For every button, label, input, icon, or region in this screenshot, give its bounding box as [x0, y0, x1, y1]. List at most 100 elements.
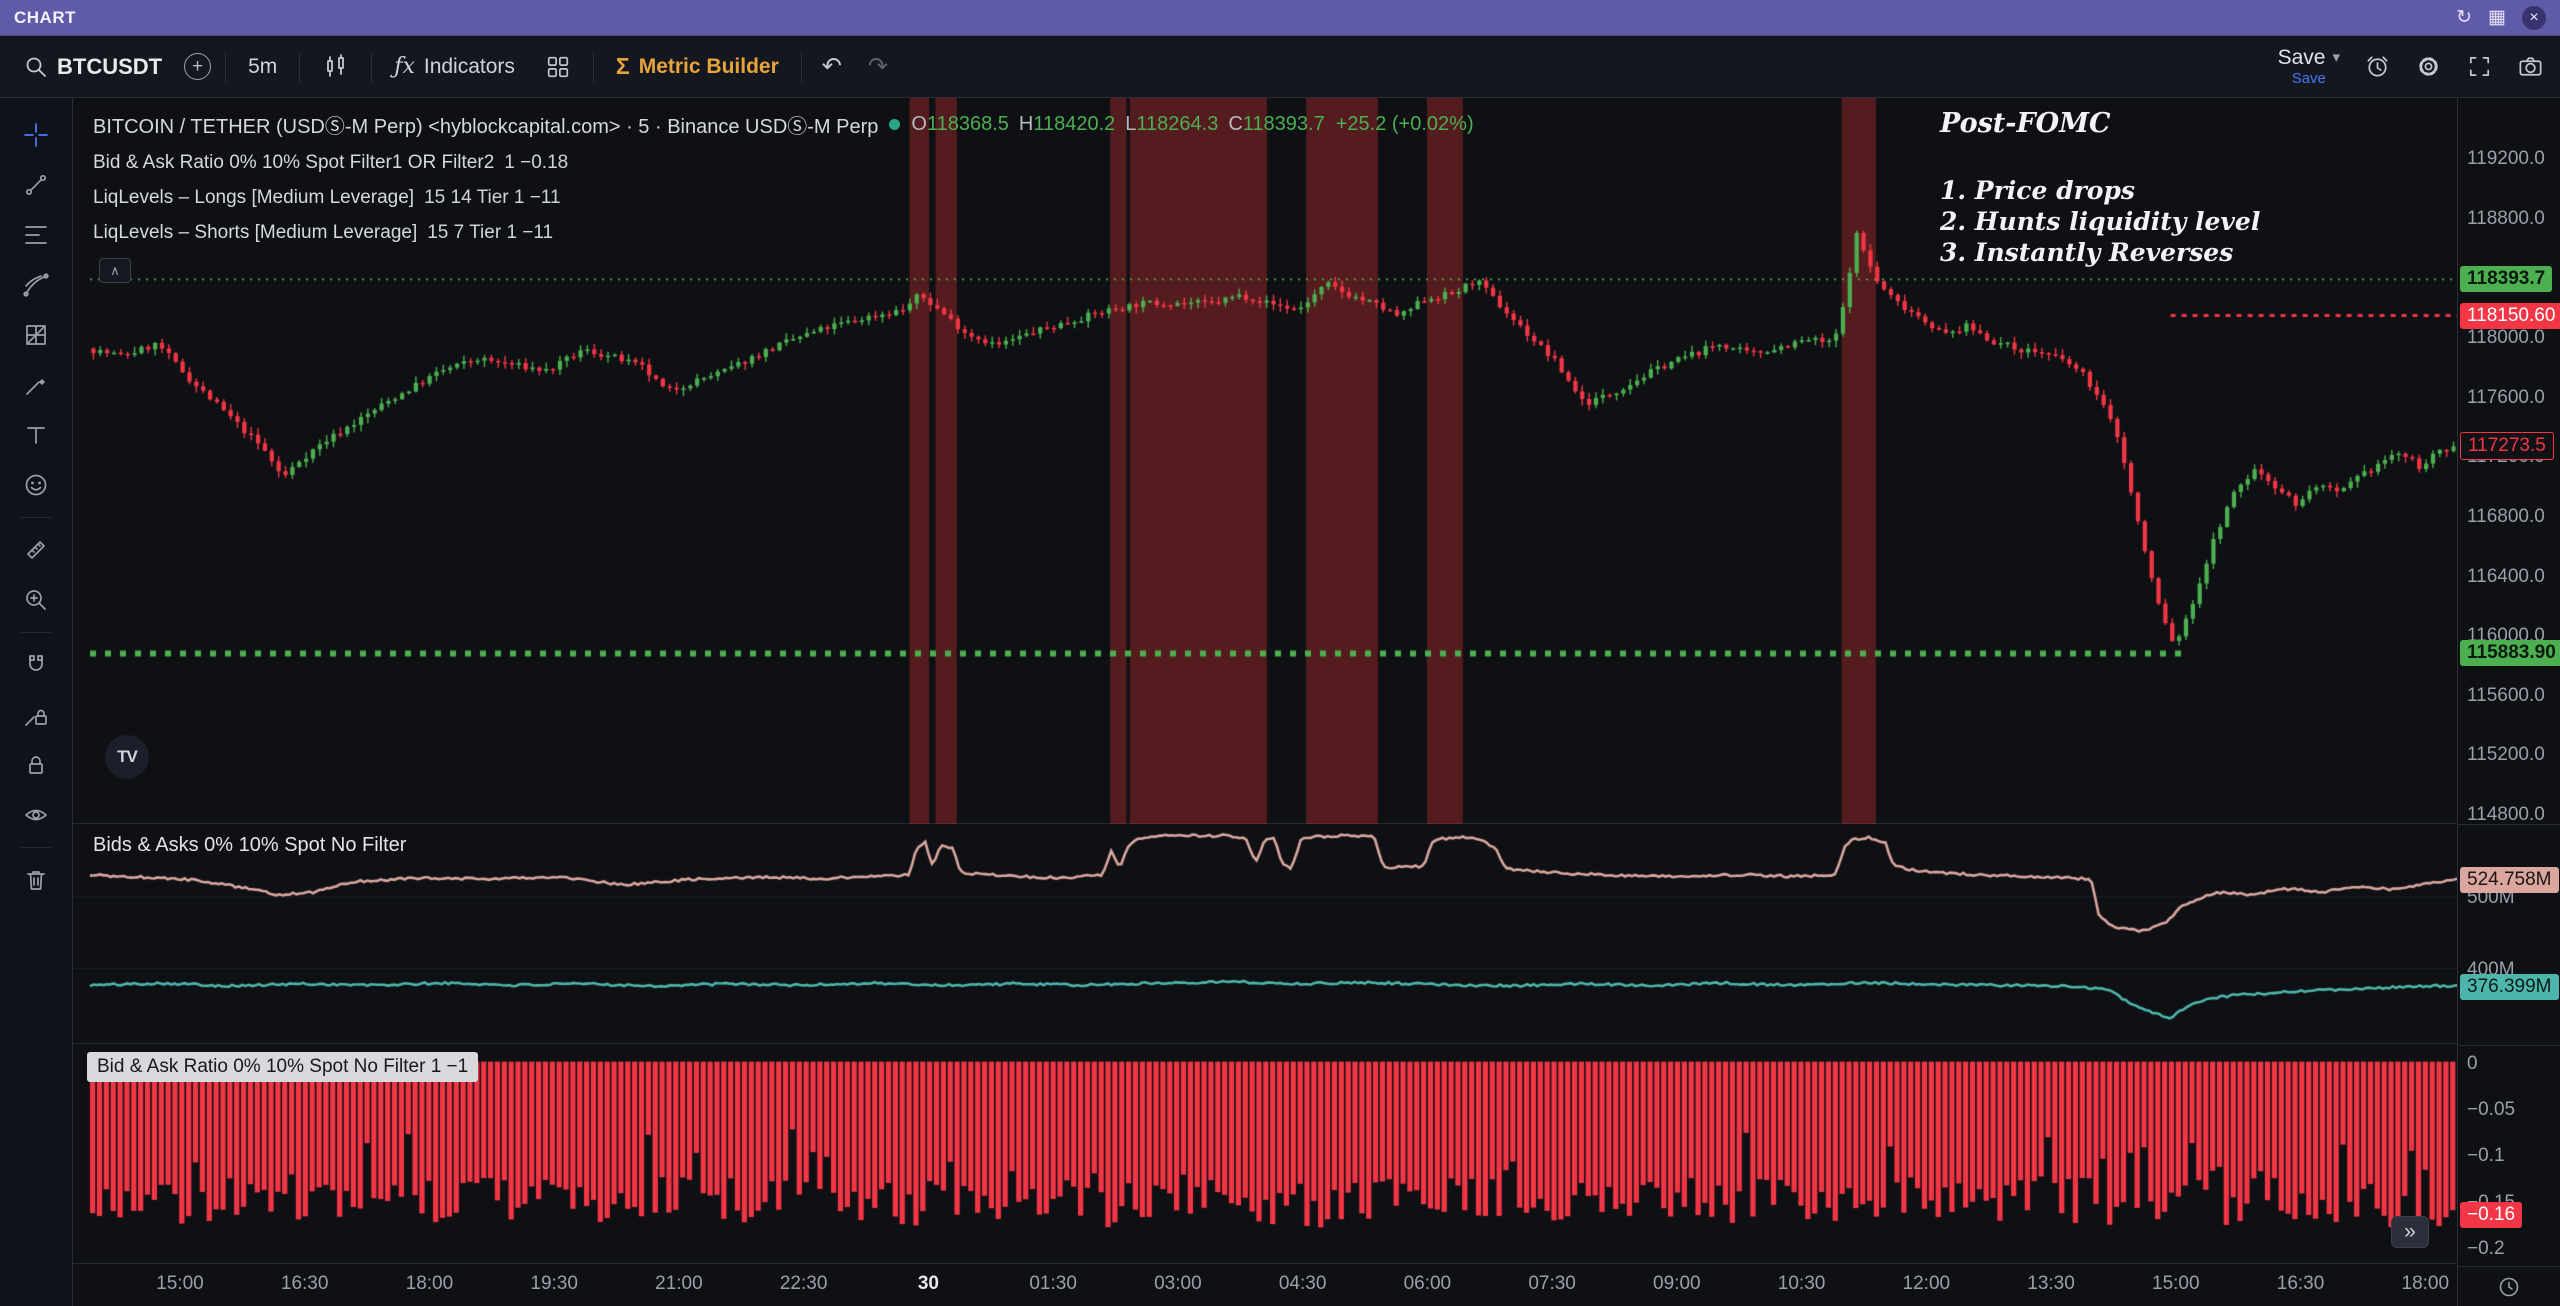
metric-builder-label: Metric Builder [639, 55, 779, 79]
ratio-tick-label: 0 [2467, 1053, 2478, 1075]
fullscreen-button[interactable] [2466, 53, 2493, 80]
fx-icon: ƒx [394, 54, 415, 79]
ratio-tick-label: −0.2 [2467, 1238, 2505, 1260]
price-label-chip: 118393.7 [2460, 266, 2552, 292]
indicator-templates-button[interactable] [537, 48, 579, 86]
lock-all-tool[interactable] [12, 740, 60, 790]
time-tick-label: 30 [918, 1273, 939, 1295]
trend-line-icon [22, 171, 50, 199]
chart-panes: BITCOIN / TETHER (USDⓈ-M Perp) <hyblockc… [73, 98, 2457, 1306]
undo-button[interactable]: ↶ [816, 50, 848, 83]
sidebar-separator [21, 632, 51, 633]
tradingview-logo[interactable]: TV [105, 735, 149, 779]
time-tick-label: 10:30 [1778, 1273, 1826, 1295]
price-tick-label: 117600.0 [2467, 387, 2545, 409]
close-icon[interactable]: × [2522, 6, 2546, 30]
drawing-sidebar [0, 98, 73, 1306]
indicators-button[interactable]: ƒx Indicators [386, 48, 523, 85]
time-tick-label: 22:30 [780, 1273, 828, 1295]
window-title: CHART [14, 8, 76, 28]
market-status-icon [889, 119, 900, 130]
price-tick-label: 114800.0 [2467, 804, 2545, 826]
draw-lock-icon [22, 701, 50, 729]
ruler-icon [22, 536, 50, 564]
magnet-tool[interactable] [12, 640, 60, 690]
fib-retracement-icon [22, 221, 50, 249]
trend-line-tool[interactable] [12, 160, 60, 210]
price-label-chip: 117273.5 [2460, 432, 2554, 460]
price-label-chip: 115883.90 [2460, 640, 2560, 666]
text-tool[interactable] [12, 410, 60, 460]
search-icon [24, 55, 48, 79]
zoom-in-icon [22, 586, 50, 614]
window-title-bar: CHART ↻ ▦ × [0, 0, 2560, 36]
draw-lock-tool[interactable] [12, 690, 60, 740]
ratio-legend[interactable]: Bid & Ask Ratio 0% 10% Spot No Filter 1 … [87, 1052, 478, 1082]
indicators-label: Indicators [424, 55, 515, 79]
toolbar-separator [225, 52, 226, 82]
fib-retracement-tool[interactable] [12, 210, 60, 260]
time-axis[interactable]: 15:0016:3018:0019:3021:0022:303001:3003:… [73, 1264, 2457, 1303]
symbol-title: BITCOIN / TETHER (USDⓈ-M Perp) <hyblockc… [93, 110, 878, 139]
alert-button[interactable] [2364, 53, 2391, 80]
interval-button[interactable]: 5m [240, 49, 285, 85]
price-tick-label: 115200.0 [2467, 744, 2545, 766]
change-readout: +25.2 (+0.02%) [1336, 113, 1474, 136]
ratio-label-chip: −0.16 [2460, 1202, 2522, 1228]
bids-asks-legend[interactable]: Bids & Asks 0% 10% Spot No Filter [93, 834, 406, 857]
trash-icon [22, 866, 50, 894]
sigma-icon: Σ [616, 53, 630, 80]
crosshair-tool[interactable] [12, 110, 60, 160]
time-tick-label: 16:30 [281, 1273, 329, 1295]
clock-icon[interactable] [2497, 1275, 2521, 1299]
ratio-tick-label: −0.1 [2467, 1145, 2505, 1167]
add-symbol-button[interactable]: + [184, 53, 211, 80]
fullscreen-icon [2466, 53, 2493, 80]
save-button[interactable]: Save ▾ Save [2278, 47, 2340, 87]
time-tick-label: 04:30 [1279, 1273, 1327, 1295]
text-note[interactable]: Post-FOMC 1. Price drops 2. Hunts liquid… [1940, 108, 2260, 268]
ruler-tool[interactable] [12, 525, 60, 575]
toolbar-separator [299, 52, 300, 82]
note-line: 2. Hunts liquidity level [1940, 206, 2260, 237]
sidebar-separator [21, 517, 51, 518]
axis-pane-separator [2458, 1045, 2560, 1046]
symbol-legend-row[interactable]: BITCOIN / TETHER (USDⓈ-M Perp) <hyblockc… [93, 110, 1474, 139]
time-tick-label: 21:00 [655, 1273, 703, 1295]
legend-collapse-button[interactable]: ∧ [99, 258, 131, 283]
gann-box-tool[interactable] [12, 310, 60, 360]
screenshot-button[interactable] [2517, 53, 2544, 80]
axis-pane-separator [2458, 1266, 2560, 1267]
symbol-search-button[interactable]: BTCUSDT [16, 48, 170, 86]
price-tick-label: 116400.0 [2467, 566, 2545, 588]
scroll-right-button[interactable]: » [2391, 1216, 2429, 1248]
pitchfork-tool[interactable] [12, 260, 60, 310]
bids-asks-canvas[interactable] [73, 824, 2457, 1044]
templates-icon [545, 54, 571, 80]
hide-all-tool[interactable] [12, 790, 60, 840]
delete-all-tool[interactable] [12, 855, 60, 905]
settings-button[interactable] [2415, 53, 2442, 80]
pitchfork-icon [22, 271, 50, 299]
time-tick-label: 01:30 [1029, 1273, 1077, 1295]
indicator-legend-row[interactable]: LiqLevels – Longs [Medium Leverage]15 14… [93, 187, 1474, 209]
metric-builder-button[interactable]: Σ Metric Builder [608, 47, 787, 86]
chart-type-button[interactable] [314, 47, 357, 86]
grid-icon[interactable]: ▦ [2488, 8, 2506, 27]
time-tick-label: 18:00 [2402, 1273, 2450, 1295]
volume-label-chip: 376.399M [2460, 974, 2559, 1000]
price-tick-label: 116800.0 [2467, 506, 2545, 528]
brush-tool[interactable] [12, 360, 60, 410]
time-tick-label: 13:30 [2027, 1273, 2075, 1295]
zoom-in-tool[interactable] [12, 575, 60, 625]
emoji-tool[interactable] [12, 460, 60, 510]
crosshair-icon [22, 121, 50, 149]
refresh-icon[interactable]: ↻ [2456, 8, 2472, 27]
indicator-legend-row[interactable]: LiqLevels – Shorts [Medium Leverage]15 7… [93, 222, 1474, 244]
price-tick-label: 115600.0 [2467, 685, 2545, 707]
price-axis[interactable]: 119200.0118800.0118400.0118000.0117600.0… [2457, 98, 2560, 1306]
brush-icon [22, 371, 50, 399]
indicator-legend-row[interactable]: Bid & Ask Ratio 0% 10% Spot Filter1 OR F… [93, 152, 1474, 174]
redo-button[interactable]: ↷ [862, 50, 894, 83]
toolbar-separator [371, 52, 372, 82]
